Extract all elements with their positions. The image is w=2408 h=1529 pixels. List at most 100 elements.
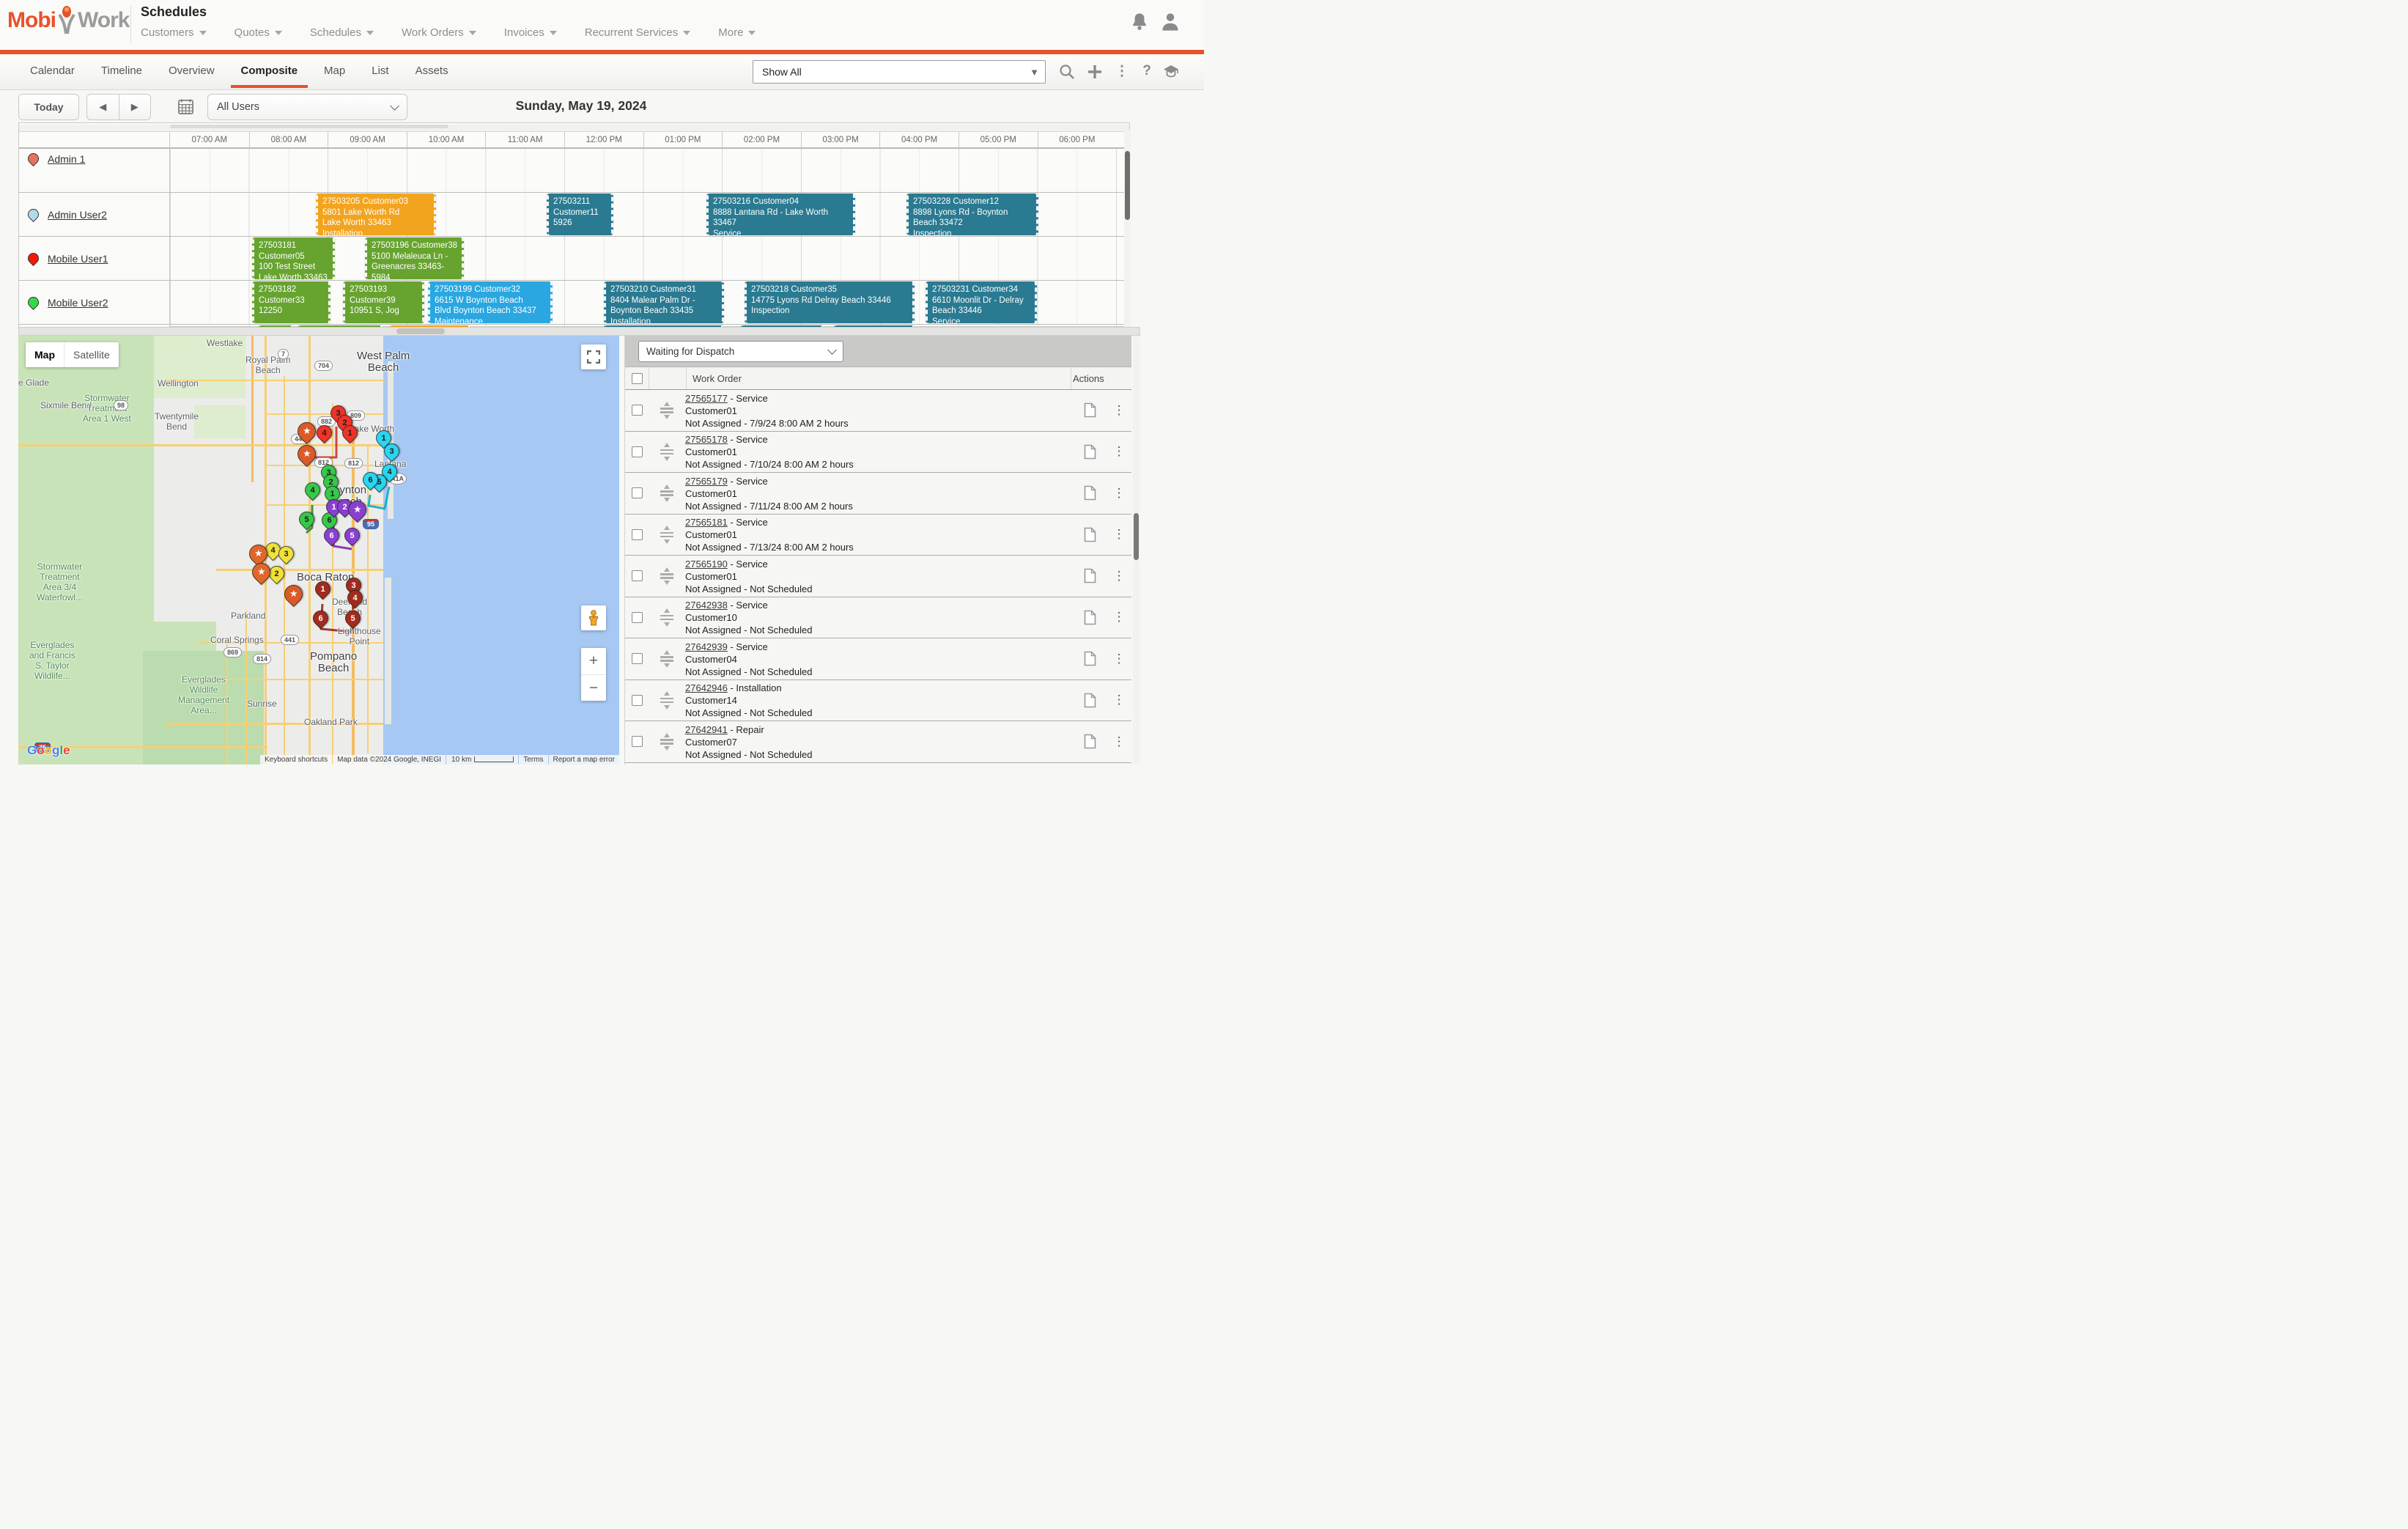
drag-handle-icon[interactable] — [660, 440, 673, 464]
timeline-vertical-scrollbar[interactable] — [1124, 130, 1131, 327]
map-marker-3[interactable]: 3 — [384, 443, 399, 459]
map-marker-4[interactable]: 4 — [347, 590, 363, 605]
document-icon[interactable] — [1073, 734, 1107, 749]
work-order-id-link[interactable]: 27642941 — [685, 724, 728, 735]
map-marker-star[interactable]: ★ — [298, 445, 316, 463]
schedule-event[interactable]: 27503216 Customer048888 Lantana Rd - Lak… — [706, 194, 855, 235]
map-marker-3[interactable]: 3 — [278, 546, 294, 561]
dispatch-vertical-scrollbar[interactable] — [1133, 336, 1140, 764]
map-marker-1[interactable]: 1 — [342, 425, 358, 441]
more-options-kebab-icon[interactable]: ⋮ — [1112, 63, 1131, 82]
timeline-horizontal-scrollbar[interactable] — [18, 327, 1140, 336]
map-marker-5[interactable]: 5 — [345, 611, 361, 626]
document-icon[interactable] — [1073, 402, 1107, 418]
nav-item-invoices[interactable]: Invoices — [504, 26, 557, 39]
map-marker-1[interactable]: 1 — [315, 581, 330, 597]
work-order-checkbox[interactable] — [632, 653, 643, 664]
schedule-event[interactable]: 27503181Customer05100 Test StreetLake Wo… — [252, 237, 335, 279]
drag-handle-icon[interactable] — [660, 730, 673, 754]
document-icon[interactable] — [1073, 568, 1107, 583]
tab-calendar[interactable]: Calendar — [30, 54, 75, 89]
work-order-id-link[interactable]: 27565190 — [685, 559, 728, 570]
tab-overview[interactable]: Overview — [169, 54, 215, 89]
add-icon[interactable] — [1085, 63, 1104, 82]
row-kebab-menu-icon[interactable]: ⋮ — [1107, 527, 1131, 542]
row-kebab-menu-icon[interactable]: ⋮ — [1107, 569, 1131, 583]
scrollbar-thumb[interactable] — [1125, 151, 1130, 220]
schedule-event[interactable]: 27503205 Customer035801 Lake Worth RdLak… — [316, 194, 436, 235]
map-marker-5[interactable]: 5 — [299, 512, 314, 527]
map-marker-6[interactable]: 6 — [324, 528, 339, 543]
document-icon[interactable] — [1073, 527, 1107, 542]
work-order-id-link[interactable]: 27642946 — [685, 682, 728, 693]
schedule-event[interactable]: 27503210 Customer318404 Malear Palm Dr -… — [604, 281, 724, 323]
work-order-id-link[interactable]: 27642939 — [685, 641, 728, 652]
work-order-checkbox[interactable] — [632, 695, 643, 706]
map-marker-5[interactable]: 5 — [344, 528, 360, 543]
document-icon[interactable] — [1073, 610, 1107, 625]
row-kebab-menu-icon[interactable]: ⋮ — [1107, 610, 1131, 625]
help-icon[interactable]: ? — [1137, 63, 1156, 82]
map-marker-star[interactable]: ★ — [249, 545, 267, 563]
work-order-id-link[interactable]: 27565178 — [685, 434, 728, 445]
users-filter-select[interactable]: All Users — [207, 94, 407, 120]
map-pegman-button[interactable] — [581, 605, 606, 630]
google-logo[interactable]: Google — [27, 743, 70, 758]
work-order-id-link[interactable]: 27565177 — [685, 393, 728, 404]
drag-handle-icon[interactable] — [660, 688, 673, 712]
previous-day-button[interactable]: ◀ — [87, 95, 119, 119]
map-marker-star[interactable]: ★ — [252, 563, 270, 581]
schedule-event[interactable]: 27503211Customer115926 — [547, 194, 613, 235]
row-kebab-menu-icon[interactable]: ⋮ — [1107, 486, 1131, 501]
nav-item-more[interactable]: More — [718, 26, 756, 39]
map-marker-star[interactable]: ★ — [284, 585, 303, 603]
mobiwork-logo[interactable]: Mobi Work — [7, 6, 129, 35]
tab-timeline[interactable]: Timeline — [101, 54, 142, 89]
schedule-filter-select[interactable]: Show All ▼ — [753, 60, 1046, 84]
timeline-top-scrollbar[interactable] — [19, 125, 1129, 132]
row-kebab-menu-icon[interactable]: ⋮ — [1107, 734, 1131, 749]
drag-handle-icon[interactable] — [660, 482, 673, 506]
map-zoom-out-button[interactable]: − — [581, 675, 606, 701]
map-marker-4[interactable]: 4 — [305, 482, 320, 498]
drag-handle-icon[interactable] — [660, 605, 673, 630]
dispatch-filter-select[interactable]: Waiting for Dispatch — [638, 341, 843, 362]
nav-item-customers[interactable]: Customers — [141, 26, 207, 39]
map-fullscreen-button[interactable] — [581, 345, 606, 369]
drag-handle-icon[interactable] — [660, 399, 673, 423]
work-order-id-link[interactable]: 27642938 — [685, 600, 728, 611]
map-marker-star[interactable]: ★ — [348, 501, 366, 519]
nav-item-work-orders[interactable]: Work Orders — [402, 26, 476, 39]
tab-list[interactable]: List — [372, 54, 388, 89]
select-all-checkbox[interactable] — [632, 373, 643, 384]
schedule-event[interactable]: 27503182Customer3312250 — [252, 281, 330, 323]
calendar-picker-icon[interactable] — [177, 98, 194, 119]
user-link[interactable]: Mobile User2 — [48, 297, 108, 309]
map-marker-4[interactable]: 4 — [317, 425, 332, 441]
tab-assets[interactable]: Assets — [416, 54, 448, 89]
map-zoom-in-button[interactable]: + — [581, 648, 606, 675]
next-day-button[interactable]: ▶ — [119, 95, 151, 119]
schedule-event[interactable]: 27503196 Customer385100 Melaleuca Ln -Gr… — [365, 237, 464, 279]
map-marker-6[interactable]: 6 — [363, 472, 378, 487]
dispatch-map[interactable]: WestlakeRoyal Palm BeachWest Palm BeachW… — [18, 336, 619, 764]
work-order-checkbox[interactable] — [632, 736, 643, 747]
work-order-checkbox[interactable] — [632, 405, 643, 416]
work-order-checkbox[interactable] — [632, 612, 643, 623]
schedule-event[interactable]: 27503228 Customer128898 Lyons Rd - Boynt… — [906, 194, 1038, 235]
user-link[interactable]: Admin User2 — [48, 209, 107, 221]
terms-link[interactable]: Terms — [519, 755, 547, 764]
document-icon[interactable] — [1073, 444, 1107, 460]
row-kebab-menu-icon[interactable]: ⋮ — [1107, 693, 1131, 707]
map-type-map-button[interactable]: Map — [26, 342, 64, 367]
scrollbar-thumb[interactable] — [396, 328, 445, 334]
today-button[interactable]: Today — [18, 94, 79, 120]
row-kebab-menu-icon[interactable]: ⋮ — [1107, 652, 1131, 666]
keyboard-shortcuts-link[interactable]: Keyboard shortcuts — [260, 755, 332, 764]
user-link[interactable]: Admin 1 — [48, 153, 85, 165]
document-icon[interactable] — [1073, 651, 1107, 666]
row-kebab-menu-icon[interactable]: ⋮ — [1107, 403, 1131, 418]
work-order-checkbox[interactable] — [632, 529, 643, 540]
tab-composite[interactable]: Composite — [241, 54, 298, 89]
work-order-id-link[interactable]: 27565181 — [685, 517, 728, 528]
